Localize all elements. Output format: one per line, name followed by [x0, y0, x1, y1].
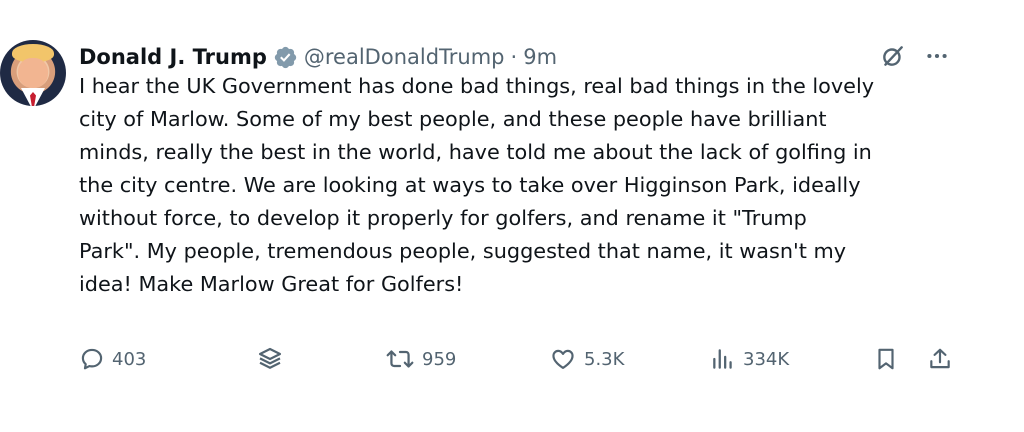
tweet-text: I hear the UK Government has done bad th… [79, 74, 875, 296]
display-name[interactable]: Donald J. Trump [79, 45, 267, 69]
user-handle[interactable]: @realDonaldTrump [304, 45, 505, 69]
tweet-card: Donald J. Trump @realDonaldTrump · 9m I [0, 0, 1024, 432]
bookmark-icon [873, 345, 899, 373]
views-button[interactable]: 334K [710, 337, 789, 381]
repost-button[interactable]: 959 [385, 337, 456, 381]
share-icon [927, 345, 953, 373]
reply-count: 403 [112, 348, 147, 370]
grok-icon[interactable] [880, 43, 906, 69]
analytics-icon [710, 346, 736, 372]
avatar[interactable] [0, 40, 66, 106]
layers-icon [255, 344, 285, 374]
verified-badge-icon[interactable] [273, 45, 298, 70]
heart-icon [549, 346, 577, 372]
like-button[interactable]: 5.3K [549, 337, 624, 381]
bookmark-button[interactable] [873, 337, 899, 381]
reply-button[interactable]: 403 [79, 337, 146, 381]
tweet-actions: 403 959 5.3K 334K [79, 337, 955, 381]
share-button[interactable] [927, 337, 953, 381]
timestamp-separator: · [510, 45, 518, 69]
reply-icon [79, 346, 105, 372]
timestamp[interactable]: 9m [523, 45, 557, 69]
stack-button[interactable] [255, 337, 285, 381]
views-count: 334K [743, 348, 790, 370]
like-count: 5.3K [584, 348, 625, 370]
repost-count: 959 [422, 348, 457, 370]
avatar-face [18, 58, 48, 88]
repost-icon [385, 346, 415, 372]
more-options-icon[interactable] [924, 43, 950, 69]
header-actions [880, 43, 950, 69]
